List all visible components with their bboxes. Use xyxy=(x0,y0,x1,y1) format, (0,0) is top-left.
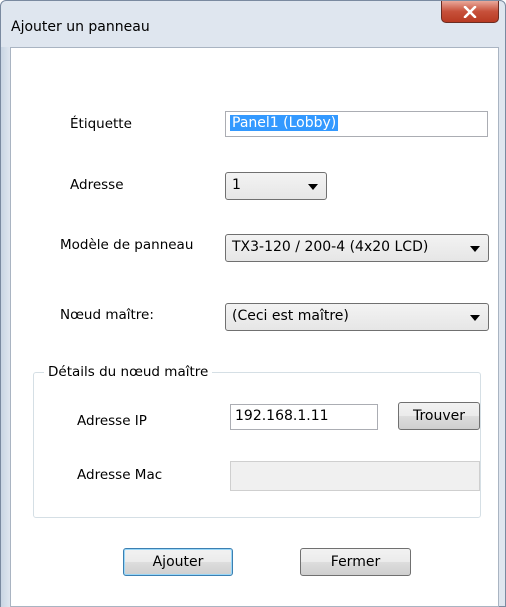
noeud-select[interactable]: (Ceci est maître) xyxy=(225,303,489,331)
label-noeud: Nœud maître: xyxy=(60,307,154,323)
title-bar[interactable]: Ajouter un panneau xyxy=(1,1,505,35)
chevron-down-icon xyxy=(470,246,480,252)
mac-input[interactable] xyxy=(230,461,480,491)
close-icon xyxy=(463,5,477,18)
window-title: Ajouter un panneau xyxy=(11,19,150,35)
ip-value: 192.168.1.11 xyxy=(235,408,329,424)
label-etiquette: Étiquette xyxy=(70,116,132,132)
group-title: Détails du nœud maître xyxy=(44,364,213,380)
noeud-value: (Ceci est maître) xyxy=(232,308,349,324)
ip-input[interactable]: 192.168.1.11 xyxy=(230,404,378,430)
chevron-down-icon xyxy=(470,315,480,321)
modele-value: TX3-120 / 200-4 (4x20 LCD) xyxy=(232,239,429,255)
etiquette-input[interactable]: Panel1 (Lobby) xyxy=(225,111,488,137)
master-node-group xyxy=(33,372,481,518)
adresse-select[interactable]: 1 xyxy=(225,172,327,200)
label-adresse: Adresse xyxy=(70,177,124,193)
label-ip: Adresse IP xyxy=(77,413,147,429)
close-button[interactable]: Fermer xyxy=(300,548,411,576)
etiquette-value: Panel1 (Lobby) xyxy=(230,115,339,131)
chevron-down-icon xyxy=(308,184,318,190)
modele-select[interactable]: TX3-120 / 200-4 (4x20 LCD) xyxy=(225,234,489,262)
find-button[interactable]: Trouver xyxy=(398,402,480,430)
add-button[interactable]: Ajouter xyxy=(123,548,233,576)
window-frame-edge xyxy=(1,47,10,607)
label-mac: Adresse Mac xyxy=(77,467,163,483)
adresse-value: 1 xyxy=(232,177,241,193)
label-modele: Modèle de panneau xyxy=(60,237,194,253)
close-window-button[interactable] xyxy=(441,1,499,23)
